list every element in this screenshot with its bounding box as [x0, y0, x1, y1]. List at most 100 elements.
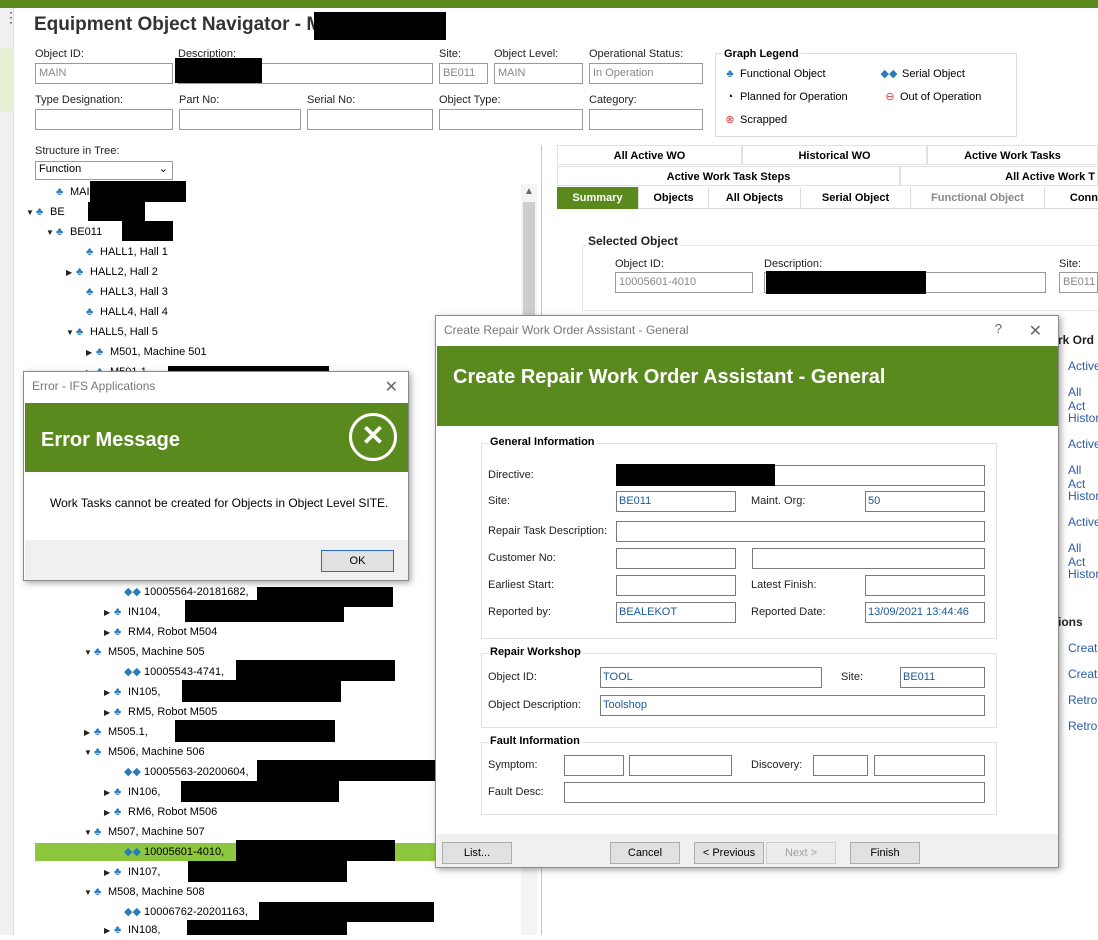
expand-arrow-icon[interactable]: ▶: [104, 864, 114, 882]
serial-no-field[interactable]: [307, 109, 433, 130]
work-order-link[interactable]: Histori: [1068, 567, 1098, 581]
expand-arrow-icon[interactable]: ▶: [104, 704, 114, 722]
maint-org-field[interactable]: 50: [865, 491, 985, 512]
scroll-up-icon[interactable]: ▲: [524, 186, 534, 197]
tree-row[interactable]: ▶ ♣ IN106,: [104, 783, 160, 801]
tree-row[interactable]: ▶ ♣ IN108,: [104, 921, 160, 939]
collapse-arrow-icon[interactable]: ▼: [84, 884, 94, 902]
tree-row[interactable]: ▼ ♣ M508, Machine 508: [84, 883, 205, 901]
object-level-field[interactable]: MAIN: [494, 63, 583, 84]
ok-button[interactable]: OK: [321, 550, 394, 572]
symptom-desc-field[interactable]: [629, 755, 732, 776]
collapse-arrow-icon[interactable]: ▼: [66, 324, 76, 342]
type-designation-field[interactable]: [35, 109, 173, 130]
work-order-link[interactable]: Active: [1068, 359, 1098, 373]
tree-row[interactable]: ♣ HALL4, Hall 4: [76, 303, 168, 321]
ws-site-field[interactable]: BE011: [900, 667, 985, 688]
list-button[interactable]: List...: [442, 842, 512, 864]
tree-row[interactable]: ▶ ♣ RM5, Robot M505: [104, 703, 217, 721]
tree-row[interactable]: ▼ ♣ BE011: [46, 223, 102, 241]
expand-arrow-icon[interactable]: ▶: [104, 784, 114, 802]
collapse-arrow-icon[interactable]: ▼: [46, 224, 56, 242]
tree-row[interactable]: ▼ ♣ BE: [26, 203, 65, 221]
work-order-link[interactable]: Active: [1068, 515, 1098, 529]
work-order-link[interactable]: Histori: [1068, 489, 1098, 503]
object-type-field[interactable]: [439, 109, 583, 130]
customer-no-field[interactable]: [616, 548, 736, 569]
tab-historical-wo[interactable]: Historical WO: [742, 145, 927, 165]
expand-arrow-icon[interactable]: ▶: [84, 724, 94, 742]
tree-row[interactable]: ▶ ♣ IN105,: [104, 683, 160, 701]
object-id-field[interactable]: MAIN: [35, 63, 173, 84]
tab-all-objects[interactable]: All Objects: [709, 187, 801, 209]
tab-active-work-tasks[interactable]: Active Work Tasks: [927, 145, 1098, 165]
discovery-desc-field[interactable]: [874, 755, 985, 776]
discovery-code-field[interactable]: [813, 755, 868, 776]
close-icon[interactable]: ✕: [1029, 321, 1042, 341]
category-field[interactable]: [589, 109, 703, 130]
expand-arrow-icon[interactable]: ▶: [104, 804, 114, 822]
close-icon[interactable]: ✕: [385, 377, 398, 397]
next-button[interactable]: Next >: [766, 842, 836, 864]
tree-row[interactable]: ♣ HALL3, Hall 3: [76, 283, 168, 301]
action-link[interactable]: Retro: [1068, 719, 1097, 733]
wiz-site-field[interactable]: BE011: [616, 491, 736, 512]
reported-date-field[interactable]: 13/09/2021 13:44:46: [865, 602, 985, 623]
tab-summary[interactable]: Summary: [557, 187, 639, 209]
help-icon[interactable]: ?: [995, 321, 1002, 336]
tab-objects[interactable]: Objects: [639, 187, 709, 209]
expand-arrow-icon[interactable]: ▶: [66, 264, 76, 282]
tree-row[interactable]: ◆◆ 10005564-20181682,: [114, 583, 249, 601]
tree-row[interactable]: ▶ ♣ M505.1,: [84, 723, 148, 741]
tree-row[interactable]: ▶ ♣ IN104,: [104, 603, 160, 621]
tree-row[interactable]: ◆◆ 10006762-20201163,: [114, 903, 248, 921]
ws-object-desc-field[interactable]: Toolshop: [600, 695, 985, 716]
latest-finish-field[interactable]: [865, 575, 985, 596]
tab-serial-object[interactable]: Serial Object: [801, 187, 911, 209]
tree-row[interactable]: ◆◆ 10005563-20200604,: [114, 763, 249, 781]
expand-arrow-icon[interactable]: ▶: [104, 684, 114, 702]
tree-row[interactable]: ▶ ♣ HALL2, Hall 2: [66, 263, 158, 281]
tree-row[interactable]: ◆◆ 10005543-4741,: [114, 663, 224, 681]
tree-row[interactable]: ▼ ♣ M507, Machine 507: [84, 823, 205, 841]
part-no-field[interactable]: [179, 109, 301, 130]
expand-arrow-icon[interactable]: ▶: [104, 922, 114, 940]
tab-active-work-task-steps[interactable]: Active Work Task Steps: [557, 166, 900, 186]
expand-arrow-icon[interactable]: ▶: [104, 624, 114, 642]
work-order-link[interactable]: Histori: [1068, 411, 1098, 425]
tree-row[interactable]: ▼ ♣ M506, Machine 506: [84, 743, 205, 761]
operational-status-field[interactable]: In Operation: [589, 63, 703, 84]
tree-row[interactable]: ▼ ♣ M505, Machine 505: [84, 643, 205, 661]
finish-button[interactable]: Finish: [850, 842, 920, 864]
cancel-button[interactable]: Cancel: [610, 842, 680, 864]
tree-row[interactable]: ♣ HALL1, Hall 1: [76, 243, 168, 261]
collapse-arrow-icon[interactable]: ▼: [84, 744, 94, 762]
collapse-arrow-icon[interactable]: ▼: [84, 824, 94, 842]
work-order-link[interactable]: All Act: [1068, 385, 1098, 413]
work-order-link[interactable]: Active: [1068, 437, 1098, 451]
sel-site-field[interactable]: BE011: [1059, 272, 1098, 293]
customer-name-field[interactable]: [752, 548, 985, 569]
tree-row[interactable]: ▶ ♣ RM4, Robot M504: [104, 623, 217, 641]
tree-row[interactable]: ▶ ♣ M501, Machine 501: [86, 343, 207, 361]
structure-select[interactable]: Function ⌄: [35, 161, 173, 180]
tree-row[interactable]: ▶ ♣ IN107,: [104, 863, 160, 881]
tab-all-active-work-t[interactable]: All Active Work T: [900, 166, 1098, 186]
previous-button[interactable]: < Previous: [694, 842, 764, 864]
work-order-link[interactable]: All Act: [1068, 463, 1098, 491]
collapse-arrow-icon[interactable]: ▼: [84, 644, 94, 662]
more-menu-icon[interactable]: ⋮: [4, 10, 18, 24]
tab-functional-object[interactable]: Functional Object: [911, 187, 1045, 209]
work-order-link[interactable]: All Act: [1068, 541, 1098, 569]
sel-object-id-field[interactable]: 10005601-4010: [615, 272, 753, 293]
expand-arrow-icon[interactable]: ▶: [104, 604, 114, 622]
tree-row[interactable]: ▶ ♣ RM6, Robot M506: [104, 803, 217, 821]
tab-conn[interactable]: Conn: [1045, 187, 1098, 209]
expand-arrow-icon[interactable]: ▶: [86, 344, 96, 362]
fault-desc-field[interactable]: [564, 782, 985, 803]
ws-object-id-field[interactable]: TOOL: [600, 667, 822, 688]
repair-task-desc-field[interactable]: [616, 521, 985, 542]
symptom-code-field[interactable]: [564, 755, 624, 776]
action-link[interactable]: Retro: [1068, 693, 1097, 707]
action-link[interactable]: Creat: [1068, 667, 1097, 681]
